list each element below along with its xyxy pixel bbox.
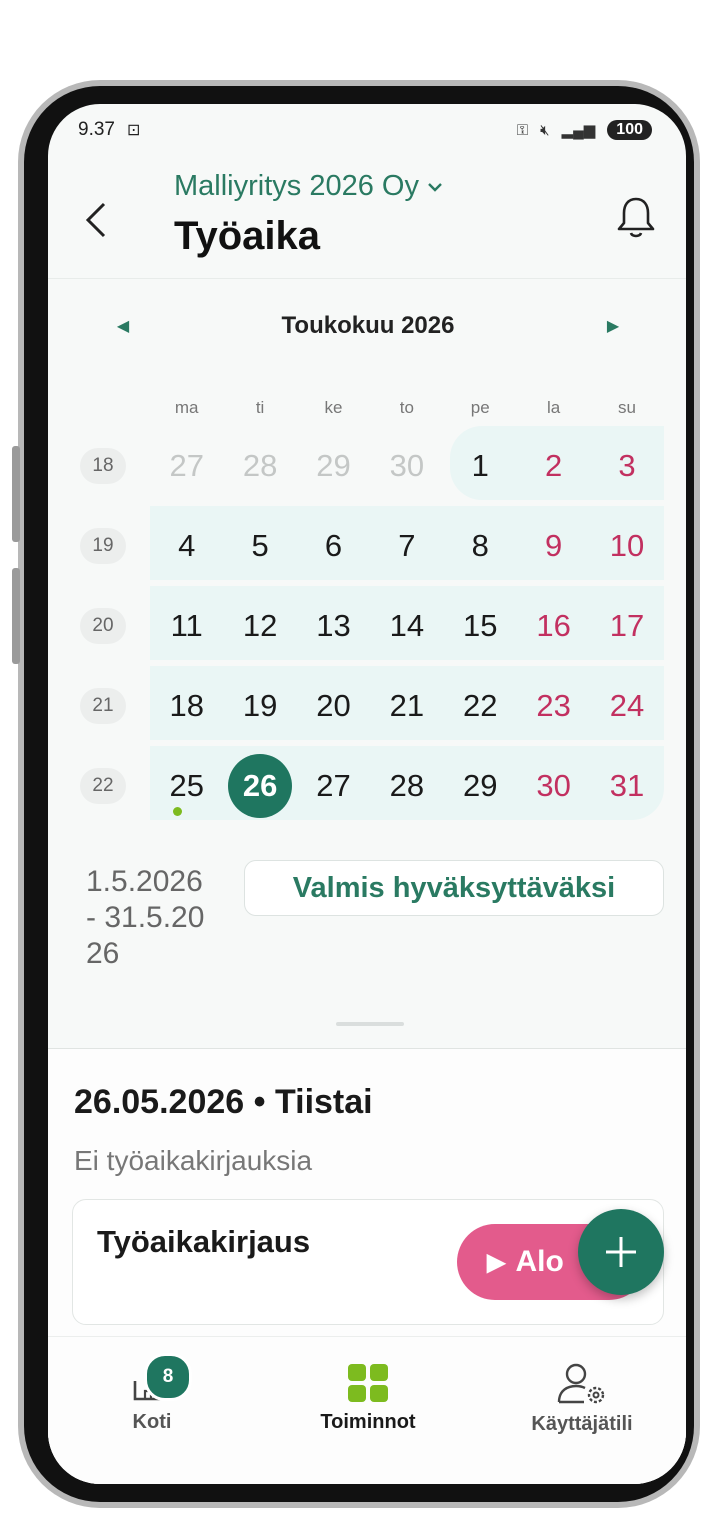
company-name: Malliyritys 2026 Oy [174,170,419,202]
bottom-tab-bar: 8 Koti Toiminnot Käyttäjätili [48,1336,686,1484]
card-title: Työaikakirjaus [97,1224,311,1259]
tab-account[interactable]: Käyttäjätili [482,1363,682,1436]
status-time: 9.37 [78,119,115,140]
calendar-day[interactable]: 11 [150,594,223,658]
tab-home[interactable]: 8 Koti [52,1353,252,1434]
calendar-grid: ma ti ke to pe la su 18 27 28 29 30 1 2 … [78,390,664,826]
week-number: 18 [80,448,126,484]
ready-for-approval-button[interactable]: Valmis hyväksyttäväksi [244,860,664,916]
calendar-day[interactable]: 24 [590,674,663,738]
app-header: Malliyritys 2026 Oy Työaika [48,152,686,279]
week-number: 22 [80,768,126,804]
calendar-day[interactable]: 5 [223,514,296,578]
sheet-drag-handle[interactable] [336,1022,404,1026]
calendar-day[interactable]: 10 [590,514,663,578]
calendar-week: 19 4 5 6 7 8 9 10 [78,506,664,586]
calendar-day[interactable]: 27 [150,434,223,498]
bell-icon[interactable] [614,194,658,240]
empty-state-text: Ei työaikakirjauksia [74,1145,313,1176]
status-bar: 9.37 ⊡ ⚿ 🔇︎ ▂▄▆ 100 [78,110,652,150]
back-button[interactable] [84,200,108,247]
month-navigation: ◀ Toukokuu 2026 ▶ [108,312,628,340]
time-entry-card: Työaikakirjaus ▶ Alo [72,1199,664,1325]
calendar-day[interactable]: 23 [517,674,590,738]
calendar-day[interactable]: 9 [517,514,590,578]
selected-date-title: 26.05.2026 • Tiistai [74,1083,373,1121]
calendar-day[interactable]: 7 [370,514,443,578]
calendar-day[interactable]: 28 [223,434,296,498]
mute-icon: 🔇︎ [540,121,550,139]
signal-icon: ▂▄▆ [561,122,596,139]
weekday-label: ti [255,398,265,417]
month-label: Toukokuu 2026 [281,312,455,339]
calendar-day[interactable]: 16 [517,594,590,658]
power-button [12,568,20,664]
week-number: 19 [80,528,126,564]
calendar-day[interactable]: 29 [444,754,517,818]
weekday-label: su [618,398,637,417]
calendar-day[interactable]: 6 [297,514,370,578]
calendar-day[interactable]: 2 [517,434,590,498]
calendar-day[interactable]: 28 [370,754,443,818]
calendar-day[interactable]: 14 [370,594,443,658]
calendar-day[interactable]: 1 [444,434,517,498]
weekday-header: ma ti ke to pe la su [78,390,664,426]
app-screen: 9.37 ⊡ ⚿ 🔇︎ ▂▄▆ 100 Malliyritys 2026 Oy … [48,104,686,1484]
calendar-day[interactable]: 22 [444,674,517,738]
user-settings-icon [557,1363,605,1404]
calendar-day[interactable]: 29 [297,434,370,498]
calendar-day[interactable]: 20 [297,674,370,738]
calendar-day[interactable]: 25 [150,754,223,818]
calendar-week: 22 25 26 27 28 29 30 31 [78,746,664,826]
calendar-week: 18 27 28 29 30 1 2 3 [78,426,664,506]
play-icon: ▶ [487,1248,506,1276]
calendar-day[interactable]: 21 [370,674,443,738]
calendar-day[interactable]: 17 [590,594,663,658]
calendar-day[interactable]: 12 [223,594,296,658]
screenshot-icon: ⊡ [126,122,141,139]
calendar-week: 20 11 12 13 14 15 16 17 [78,586,664,666]
company-selector[interactable]: Malliyritys 2026 Oy [174,170,443,203]
tab-label: Käyttäjätili [531,1413,633,1435]
weekday-label: ma [174,398,199,417]
calendar-day[interactable]: 31 [590,754,663,818]
calendar-week: 21 18 19 20 21 22 23 24 [78,666,664,746]
battery-indicator: 100 [607,120,652,140]
weekday-label: to [399,398,414,417]
plus-icon [606,1237,636,1267]
tab-label: Koti [132,1411,172,1433]
add-entry-fab[interactable] [578,1209,664,1295]
calendar-day[interactable]: 3 [590,434,663,498]
page-title: Työaika [174,214,320,258]
calendar-day[interactable]: 30 [370,434,443,498]
calendar-day[interactable]: 13 [297,594,370,658]
calendar-day[interactable]: 30 [517,754,590,818]
start-button-label: Alo [515,1245,564,1278]
tab-label: Toiminnot [320,1411,416,1433]
weekday-label: pe [470,398,490,417]
calendar-day[interactable]: 19 [223,674,296,738]
week-number: 20 [80,608,126,644]
weekday-label: la [547,398,561,417]
volume-button [12,446,20,542]
period-range: 1.5.2026 - 31.5.20 26 [86,865,205,970]
key-icon: ⚿ [516,121,529,139]
event-dot [172,807,182,816]
calendar-day[interactable]: 4 [150,514,223,578]
notification-badge: 8 [144,1353,192,1401]
calendar-day[interactable]: 27 [297,754,370,818]
chevron-down-icon [428,182,442,192]
calendar-day[interactable]: 18 [150,674,223,738]
next-month-button[interactable]: ▶ [598,316,628,336]
grid-icon [348,1364,388,1402]
tab-actions[interactable]: Toiminnot [268,1363,468,1434]
week-number: 21 [80,688,126,724]
chevron-left-icon [85,202,106,238]
calendar-day[interactable]: 8 [444,514,517,578]
calendar-day-selected[interactable]: 26 [223,754,296,818]
weekday-label: ke [324,398,343,417]
calendar-day[interactable]: 15 [444,594,517,658]
prev-month-button[interactable]: ◀ [108,316,138,336]
